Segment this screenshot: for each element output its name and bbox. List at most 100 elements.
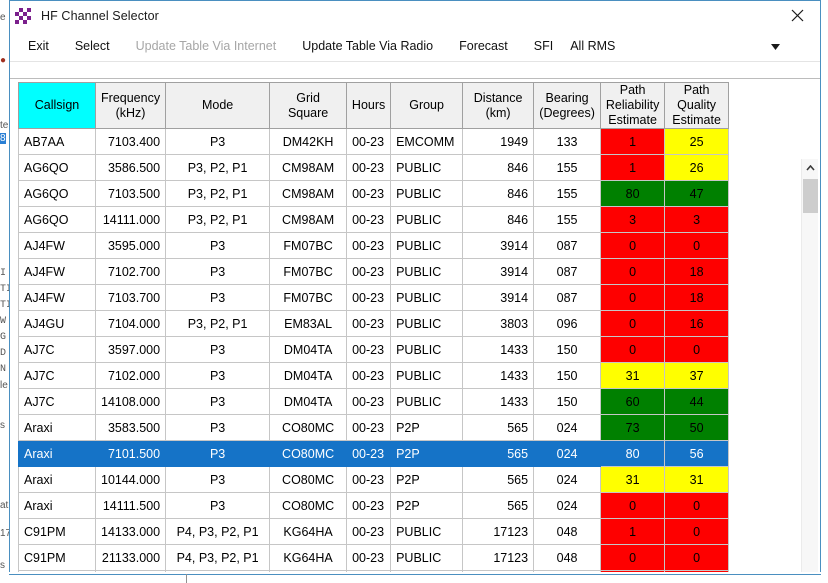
cell-bearing: 024 [533,440,602,467]
cell-hours: 00-23 [346,310,392,337]
rms-select[interactable]: All RMS [567,35,787,57]
menu-item-update-table-via-radio[interactable]: Update Table Via Radio [302,39,433,53]
table-row[interactable]: AJ4FW 3595.000 P3 FM07BC 00-23 PUBLIC 3914 087 0… [18,232,730,259]
cell-group: PUBLIC [390,232,464,259]
column-header-frequency[interactable]: Frequency (kHz) [94,82,167,129]
bg-text-fragment: G [0,332,7,343]
cell-hours: 00-23 [346,388,392,415]
column-header-path-reliability[interactable]: Path Reliability Estimate [600,82,666,129]
table-row[interactable]: C91PM 21133.000 P4, P3, P2, P1 KG64HA 00-23 P… [18,544,730,571]
cell-grid-square: KG64HA [269,518,348,545]
channel-table-viewport: Callsign Frequency (kHz) Mode Grid Squar… [10,79,800,572]
table-row[interactable]: AJ4FW 7103.700 P3 FM07BC 00-23 PUBLIC 3914 087 0… [18,284,730,311]
table-row[interactable]: AJ7C 14108.000 P3 DM04TA 00-23 PUBLIC 1433 150 6… [18,388,730,415]
cell-distance: 846 [462,154,535,181]
cell-distance: 846 [462,206,535,233]
cell-callsign: AJ4GU [18,310,96,337]
cell-path-reliability: 1 [600,128,666,155]
cell-path-quality: 18 [664,284,730,311]
cell-frequency: 3595.000 [94,232,167,259]
table-row[interactable]: Araxi 3583.500 P3 CO80MC 00-23 P2P 565 024 73 50 [18,414,730,441]
cell-group: PUBLIC [390,362,464,389]
table-row[interactable]: Araxi 10144.000 P3 CO80MC 00-23 P2P 565 024 31 31 [18,466,730,493]
cell-frequency: 7103.400 [94,128,167,155]
cell-group: P2P [390,440,464,467]
cell-hours: 00-23 [346,518,392,545]
cell-path-quality: 31 [664,466,730,493]
cell-group: PUBLIC [390,544,464,571]
column-header-path-quality[interactable]: Path Quality Estimate [664,82,730,129]
table-row[interactable]: AG6QO 14111.000 P3, P2, P1 CM98AM 00-23 PUBLI… [18,206,730,233]
menu-item-sfi[interactable]: SFI [534,39,553,53]
column-header-grid-line1: Grid [296,90,320,105]
column-header-mode[interactable]: Mode [165,82,271,129]
table-row[interactable]: AG6QO 3586.500 P3, P2, P1 CM98AM 00-23 PUBLIC… [18,154,730,181]
column-header-hours[interactable]: Hours [346,82,392,129]
column-header-group[interactable]: Group [390,82,464,129]
cell-group: PUBLIC [390,336,464,363]
menu-item-select[interactable]: Select [75,39,110,53]
cell-mode: P3 [165,466,271,493]
cell-path-reliability: 0 [600,336,666,363]
column-header-bearing-line2: (Degrees) [539,105,595,120]
table-row[interactable]: Araxi 7101.500 P3 CO80MC 00-23 P2P 565 024 80 56 [18,440,730,467]
cell-group: P2P [390,466,464,493]
cell-grid-square: CO80MC [269,466,348,493]
table-row[interactable]: AJ7C 7102.000 P3 DM04TA 00-23 PUBLIC 1433 150 31… [18,362,730,389]
cell-bearing: 155 [533,154,602,181]
cell-callsign: AG6QO [18,206,96,233]
cell-callsign: AJ4FW [18,232,96,259]
cell-grid-square: FM07BC [269,232,348,259]
bg-icon-fragment: ● [0,55,7,66]
cell-grid-square: EM83AL [269,310,348,337]
cell-distance: 846 [462,180,535,207]
column-header-bearing[interactable]: Bearing (Degrees) [533,82,602,129]
cell-path-quality: 0 [664,336,730,363]
close-button[interactable] [774,1,820,30]
cell-grid-square: DM04TA [269,388,348,415]
bg-text-fragment: 8 [0,133,6,144]
table-row[interactable]: C91PM 14133.000 P4, P3, P2, P1 KG64HA 00-23 P… [18,518,730,545]
menu-item-exit[interactable]: Exit [28,39,49,53]
cell-bearing: 150 [533,362,602,389]
cell-grid-square: DM04TA [269,362,348,389]
column-header-callsign[interactable]: Callsign [18,82,96,129]
table-row[interactable]: AJ4GU 7104.000 P3, P2, P1 EM83AL 00-23 PUBLIC… [18,310,730,337]
cell-hours: 00-23 [346,232,392,259]
column-header-distance[interactable]: Distance (km) [462,82,535,129]
cell-distance: 1433 [462,362,535,389]
table-row[interactable]: AB7AA 7103.400 P3 DM42KH 00-23 EMCOMM 1949 133 1… [18,128,730,155]
column-header-prel-line1: Path [619,83,646,97]
cell-bearing: 048 [533,518,602,545]
column-header-mode-line1: Mode [201,98,234,112]
close-icon [791,9,803,22]
table-row[interactable]: Araxi 14111.500 P3 CO80MC 00-23 P2P 565 024 0 0 [18,492,730,519]
scroll-up-button[interactable] [802,159,819,176]
column-header-distance-line2: (km) [485,105,511,120]
cell-distance: 17123 [462,518,535,545]
table-row[interactable]: AJ4FW 7102.700 P3 FM07BC 00-23 PUBLIC 3914 087 0… [18,258,730,285]
cell-callsign: Araxi [18,414,96,441]
background-window-edge [186,574,187,583]
cell-mode: P3 [165,128,271,155]
cell-path-quality: 0 [664,492,730,519]
menu-item-forecast[interactable]: Forecast [459,39,508,53]
cell-hours: 00-23 [346,466,392,493]
cell-distance: 565 [462,466,535,493]
hf-channel-selector-window: HF Channel Selector Exit Select Update T… [9,0,821,572]
column-header-grid-square[interactable]: Grid Square [269,82,348,129]
cell-path-quality: 25 [664,128,730,155]
table-row[interactable]: AJ7C 3597.000 P3 DM04TA 00-23 PUBLIC 1433 150 0 0 [18,336,730,363]
scrollbar-thumb[interactable] [803,179,818,213]
vertical-scrollbar[interactable] [801,159,818,572]
cell-frequency: 7102.000 [94,362,167,389]
cell-callsign: Araxi [18,466,96,493]
column-header-group-line1: Group [409,98,444,112]
cell-hours: 00-23 [346,544,392,571]
cell-bearing: 024 [533,466,602,493]
column-header-callsign-line1: Callsign [34,98,80,112]
cell-hours: 00-23 [346,362,392,389]
cell-distance: 565 [462,440,535,467]
table-row[interactable]: AG6QO 7103.500 P3, P2, P1 CM98AM 00-23 PUBLIC… [18,180,730,207]
column-header-pqual-line2: Quality [677,98,717,112]
